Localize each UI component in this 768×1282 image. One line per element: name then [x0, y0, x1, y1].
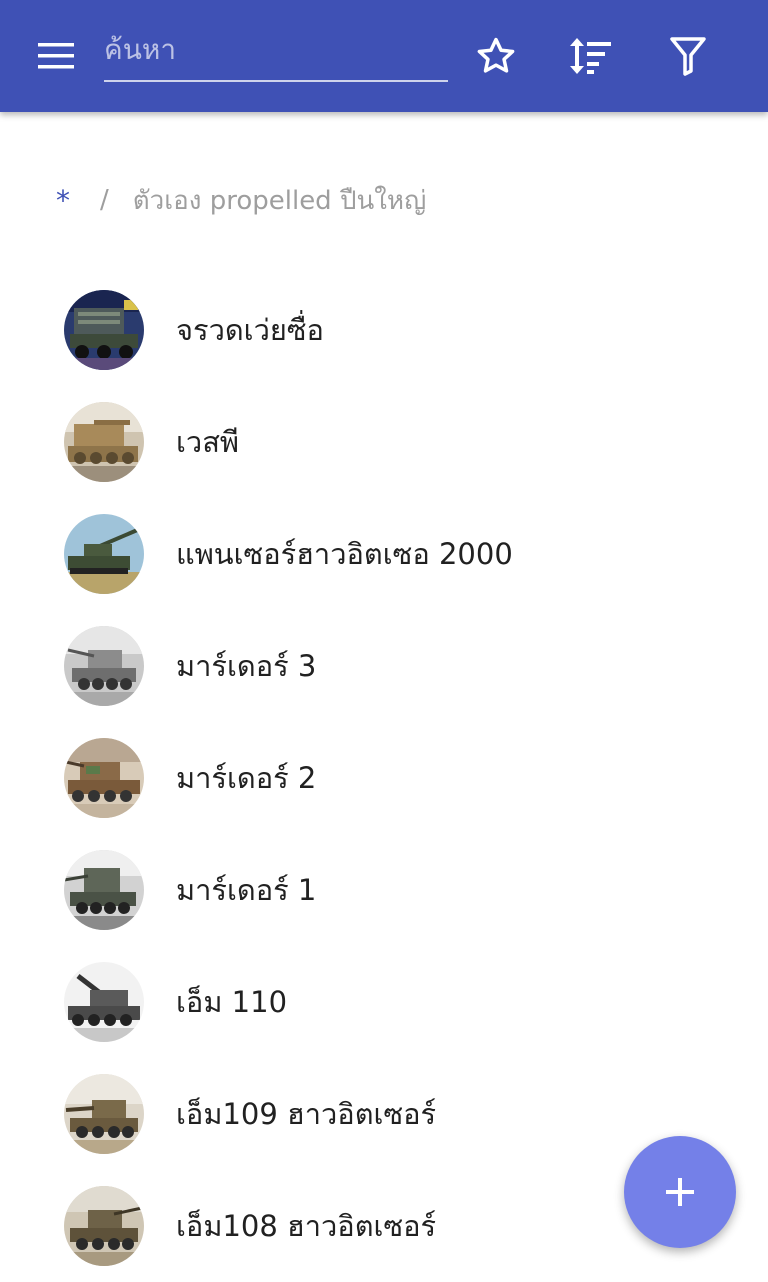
item-label: มาร์เดอร์ 3 [176, 649, 317, 683]
item-label: มาร์เดอร์ 2 [176, 761, 317, 795]
item-label: เอ็ม109 ฮาวอิตเซอร์ [176, 1097, 437, 1131]
item-label: จรวดเว่ยซื่อ [176, 313, 324, 347]
breadcrumb-current: ตัวเอง propelled ปืนใหญ่ [132, 185, 427, 216]
breadcrumb-separator: / [100, 185, 109, 215]
search-input[interactable] [104, 22, 448, 76]
item-thumbnail [64, 402, 144, 482]
item-list: จรวดเว่ยซื่อ เวสพี แพนเซอร์ฮาวอิตเซอ 200… [0, 274, 768, 1282]
item-thumbnail [64, 1074, 144, 1154]
list-item[interactable]: จรวดเว่ยซื่อ [0, 274, 768, 386]
search-field [104, 22, 448, 82]
list-item[interactable]: มาร์เดอร์ 1 [0, 834, 768, 946]
item-thumbnail [64, 962, 144, 1042]
item-label: เอ็ม 110 [176, 985, 288, 1019]
item-label: แพนเซอร์ฮาวอิตเซอ 2000 [176, 537, 513, 571]
filter-icon [670, 37, 706, 76]
item-label: เวสพี [176, 425, 240, 459]
sort-button[interactable] [563, 28, 619, 84]
item-thumbnail [64, 738, 144, 818]
item-thumbnail [64, 514, 144, 594]
breadcrumb-root[interactable]: * [56, 184, 70, 217]
item-thumbnail [64, 1186, 144, 1266]
favorites-button[interactable] [468, 28, 524, 84]
item-thumbnail [64, 850, 144, 930]
item-thumbnail [64, 626, 144, 706]
plus-icon [666, 1178, 694, 1206]
list-item[interactable]: แพนเซอร์ฮาวอิตเซอ 2000 [0, 498, 768, 610]
add-button[interactable] [624, 1136, 736, 1248]
list-item[interactable]: เอ็ม 110 [0, 946, 768, 1058]
list-item[interactable]: มาร์เดอร์ 3 [0, 610, 768, 722]
menu-icon [38, 43, 74, 69]
menu-button[interactable] [22, 30, 90, 82]
breadcrumb: * / ตัวเอง propelled ปืนใหญ่ [56, 178, 426, 222]
list-item[interactable]: มาร์เดอร์ 2 [0, 722, 768, 834]
item-label: มาร์เดอร์ 1 [176, 873, 317, 907]
sort-icon [570, 38, 611, 74]
filter-button[interactable] [660, 28, 716, 84]
item-thumbnail [64, 290, 144, 370]
app-bar [0, 0, 768, 112]
item-label: เอ็ม108 ฮาวอิตเซอร์ [176, 1209, 437, 1243]
list-item[interactable]: เวสพี [0, 386, 768, 498]
star-icon [477, 37, 515, 73]
